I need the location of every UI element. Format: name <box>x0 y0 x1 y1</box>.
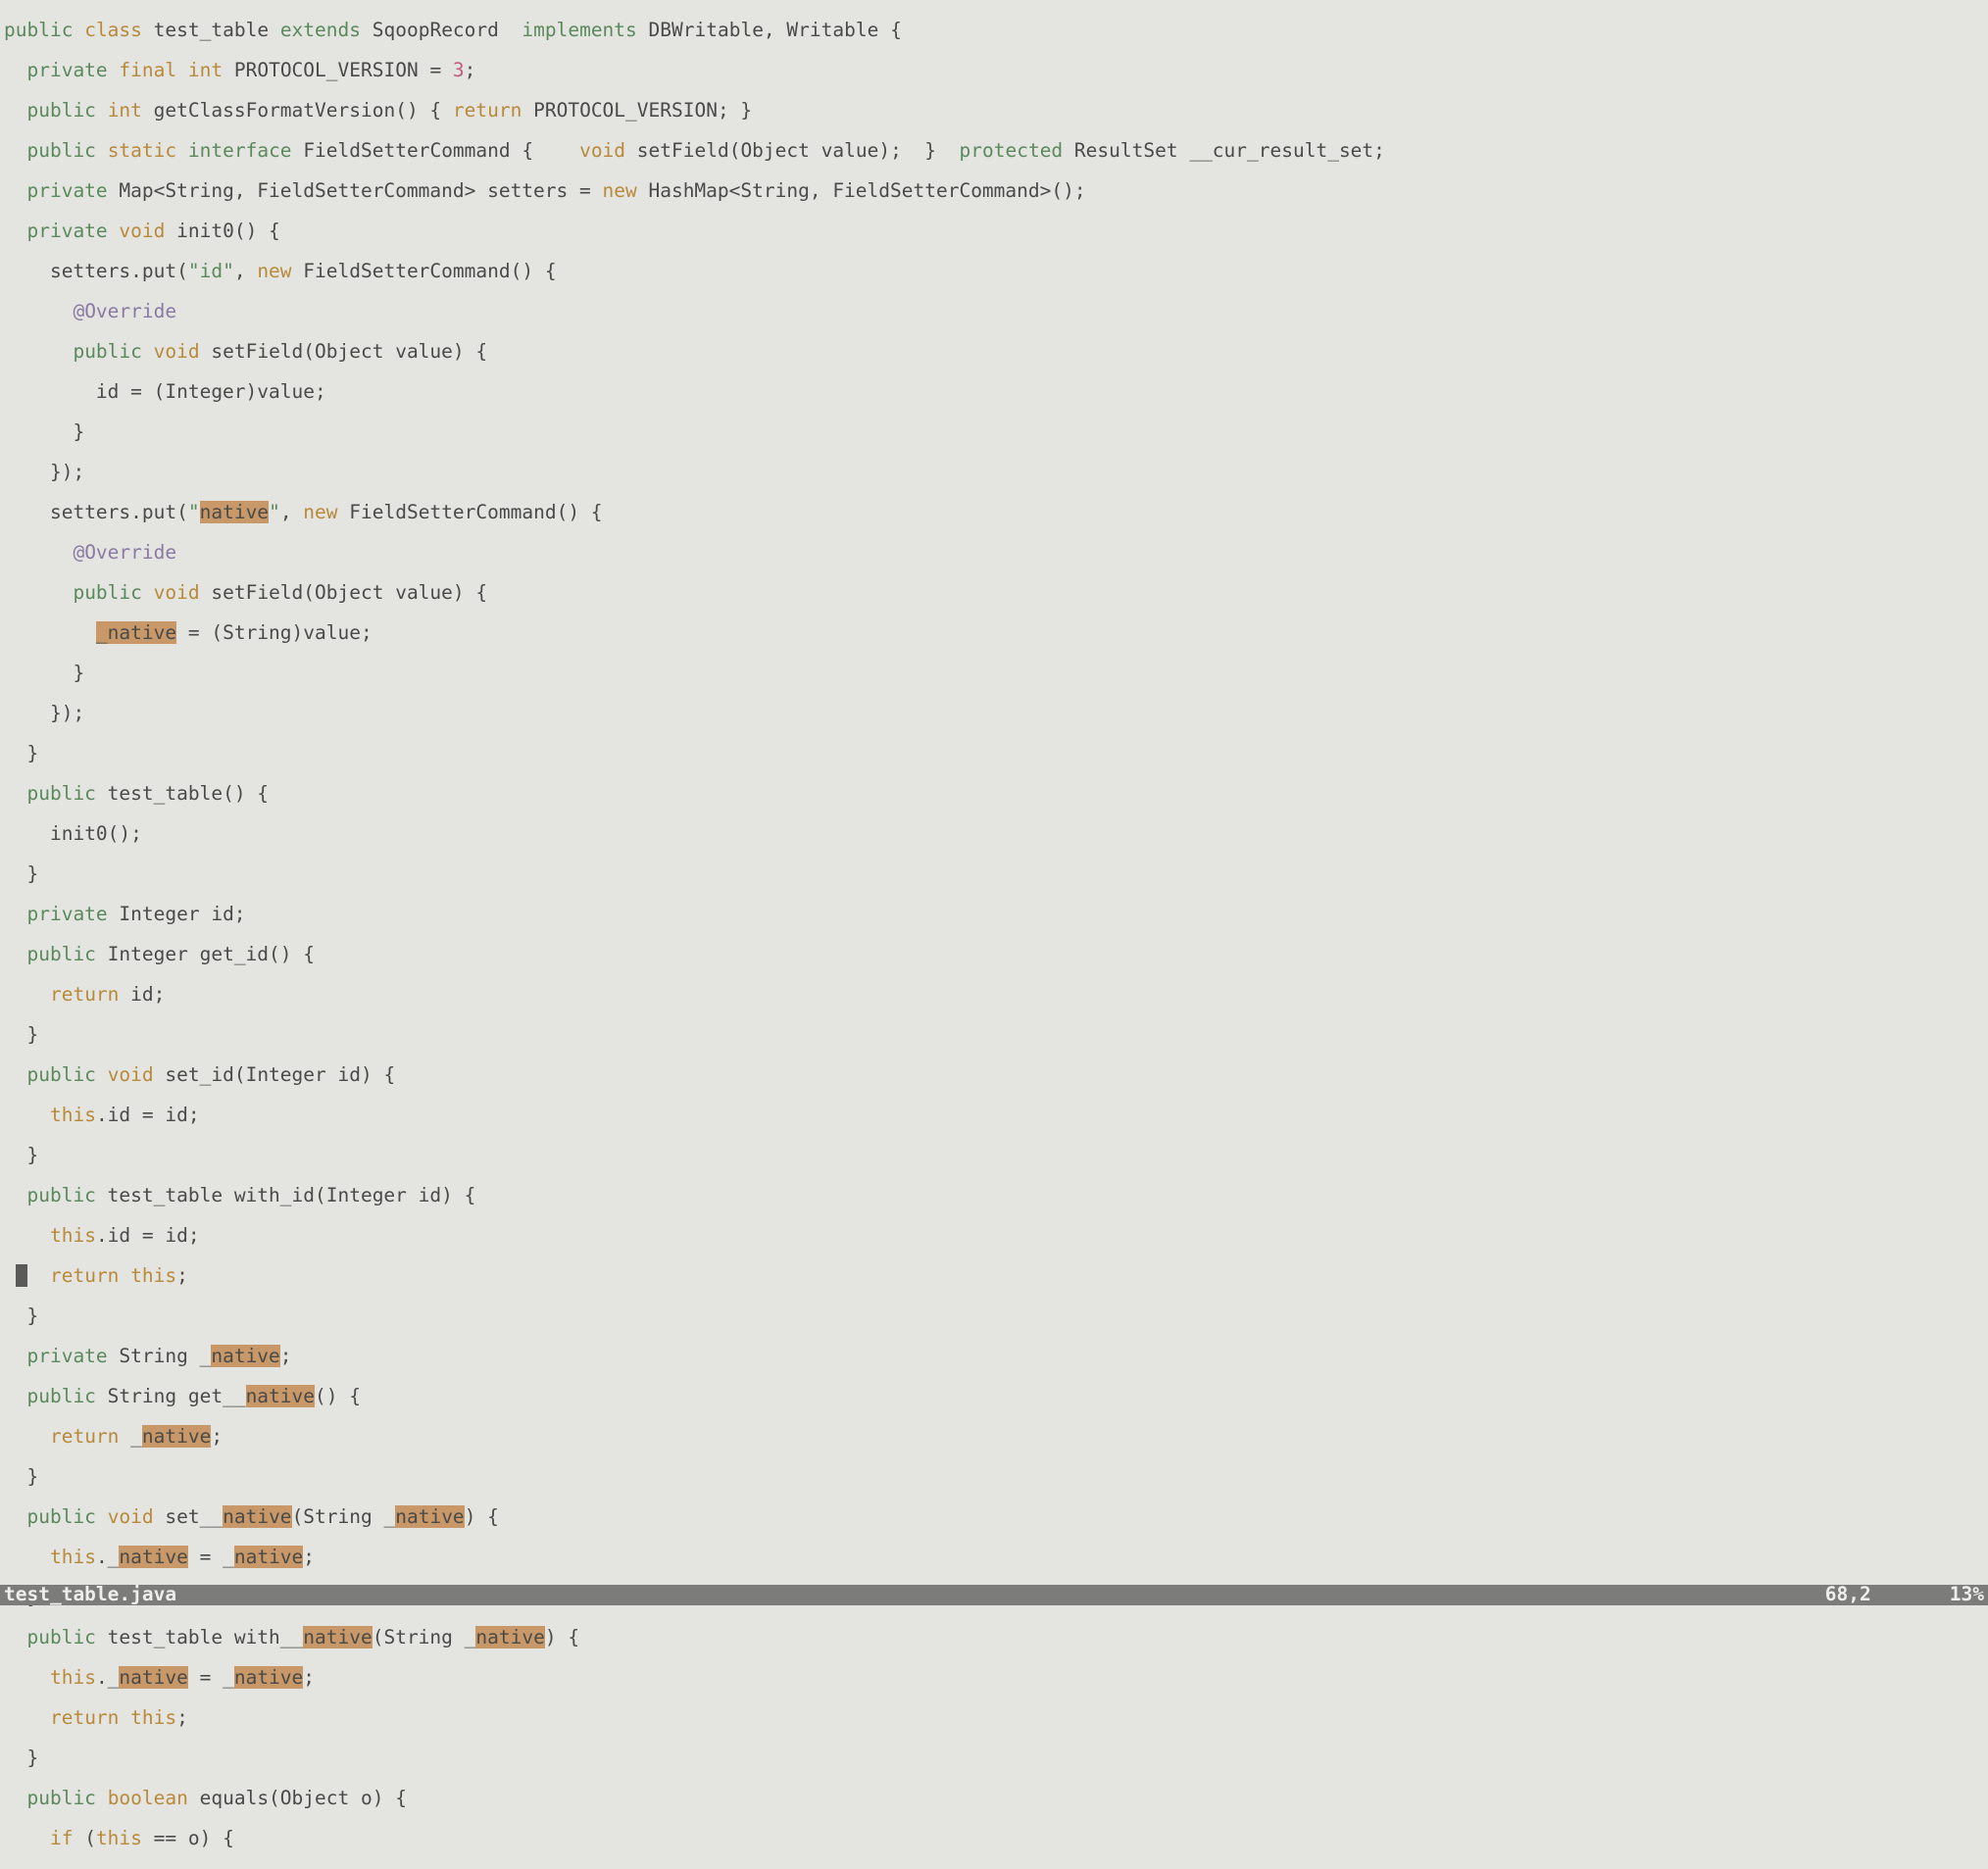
code-line: id = (Integer)value; <box>0 382 1988 403</box>
code-line: init0(); <box>0 824 1988 845</box>
code-line: public class test_table extends SqoopRec… <box>0 21 1988 41</box>
code-line: this.id = id; <box>0 1226 1988 1247</box>
code-line: } <box>0 1306 1988 1327</box>
code-line: public void setField(Object value) { <box>0 342 1988 363</box>
code-line: } <box>0 664 1988 684</box>
code-line: } <box>0 864 1988 885</box>
code-line: private final int PROTOCOL_VERSION = 3; <box>0 61 1988 81</box>
search-highlight: native <box>200 501 269 523</box>
code-line: public static interface FieldSetterComma… <box>0 141 1988 162</box>
code-line: }); <box>0 463 1988 483</box>
code-line: _native = (String)value; <box>0 623 1988 644</box>
code-line: private void init0() { <box>0 221 1988 242</box>
code-line: setters.put("native", new FieldSetterCom… <box>0 503 1988 523</box>
code-line: } <box>0 1146 1988 1166</box>
search-highlight: native <box>119 1666 187 1689</box>
code-line: } <box>0 422 1988 443</box>
code-line: public int getClassFormatVersion() { ret… <box>0 101 1988 122</box>
status-filename: test_table.java <box>4 1585 1825 1605</box>
search-highlight: native <box>395 1505 464 1528</box>
code-line: if (this == o) { <box>0 1829 1988 1849</box>
code-line: private Map<String, FieldSetterCommand> … <box>0 181 1988 202</box>
code-line: @Override <box>0 543 1988 564</box>
search-highlight: native <box>119 1546 187 1568</box>
status-position: 68,2 <box>1825 1585 1871 1605</box>
code-line: public test_table() { <box>0 784 1988 805</box>
code-line: public test_table with__native(String _n… <box>0 1628 1988 1648</box>
code-line: @Override <box>0 302 1988 322</box>
code-line: } <box>0 1025 1988 1046</box>
code-line: this._native = _native; <box>0 1668 1988 1689</box>
code-line: return _native; <box>0 1427 1988 1448</box>
code-line: public boolean equals(Object o) { <box>0 1789 1988 1809</box>
code-line: public String get__native() { <box>0 1387 1988 1407</box>
code-line: public void set__native(String _native) … <box>0 1507 1988 1528</box>
search-highlight: native <box>234 1546 303 1568</box>
cursor <box>16 1264 27 1287</box>
status-bar: test_table.java 68,2 13% <box>0 1585 1988 1605</box>
code-line: setters.put("id", new FieldSetterCommand… <box>0 262 1988 282</box>
code-line: return this; <box>0 1266 1988 1287</box>
search-highlight: native <box>211 1345 279 1367</box>
code-line: } <box>0 1748 1988 1769</box>
code-line: return this; <box>0 1708 1988 1729</box>
search-highlight: native <box>303 1626 372 1648</box>
code-line: public void set_id(Integer id) { <box>0 1065 1988 1086</box>
search-highlight: native <box>246 1385 315 1407</box>
search-highlight: native <box>475 1626 544 1648</box>
code-line: public test_table with_id(Integer id) { <box>0 1186 1988 1206</box>
search-highlight: _native <box>96 621 176 644</box>
code-line: this.id = id; <box>0 1106 1988 1126</box>
code-line: public Integer get_id() { <box>0 945 1988 965</box>
code-line: }); <box>0 704 1988 724</box>
status-percent: 13% <box>1950 1585 1984 1605</box>
code-line: } <box>0 744 1988 764</box>
search-highlight: native <box>142 1425 211 1448</box>
code-line: public void setField(Object value) { <box>0 583 1988 604</box>
code-line: this._native = _native; <box>0 1548 1988 1568</box>
search-highlight: native <box>223 1505 291 1528</box>
code-line: private Integer id; <box>0 905 1988 925</box>
code-line: } <box>0 1467 1988 1488</box>
code-line: return id; <box>0 985 1988 1006</box>
search-highlight: native <box>234 1666 303 1689</box>
code-line: private String _native; <box>0 1347 1988 1367</box>
